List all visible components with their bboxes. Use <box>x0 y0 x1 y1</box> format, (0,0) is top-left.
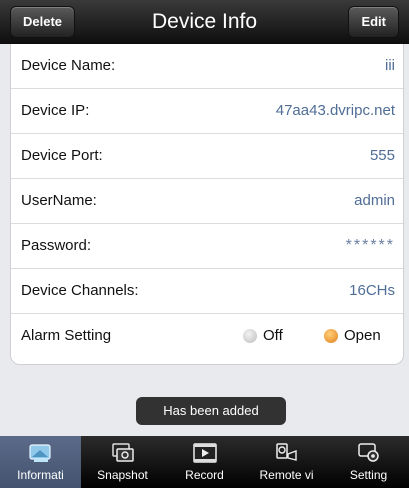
delete-button[interactable]: Delete <box>10 6 76 38</box>
alarm-open-option[interactable]: Open <box>324 314 381 358</box>
device-info-card: Device Name: iii Device IP: 47aa43.dvrip… <box>10 44 404 365</box>
alarm-open-label: Open <box>344 327 381 344</box>
radio-selected-icon <box>324 329 338 344</box>
password-label: Password: <box>21 237 92 254</box>
tab-remote-view[interactable]: Remote vi <box>246 436 327 488</box>
username-row: UserName: admin <box>11 179 403 224</box>
radio-off-icon <box>243 329 257 344</box>
tab-information[interactable]: Informati <box>0 436 81 488</box>
device-channels-value: 16CHs <box>349 282 395 299</box>
device-channels-row: Device Channels: 16CHs <box>11 269 403 314</box>
alarm-off-option[interactable]: Off <box>243 314 283 358</box>
tab-setting-label: Setting <box>349 468 388 482</box>
tab-bar: Informati Snapshot Record Remote vi Sett… <box>0 436 409 488</box>
device-ip-label: Device IP: <box>21 102 90 119</box>
record-icon <box>193 443 217 463</box>
device-name-row: Device Name: iii <box>11 44 403 89</box>
alarm-setting-label: Alarm Setting <box>21 327 112 344</box>
navigation-bar: Device Info Delete Edit <box>0 0 409 44</box>
information-icon <box>29 444 51 462</box>
device-port-value: 555 <box>369 147 395 164</box>
tab-record-label: Record <box>185 468 224 482</box>
toast-message: Has been added <box>136 397 286 425</box>
snapshot-icon <box>112 443 134 462</box>
tab-setting[interactable]: Setting <box>328 436 409 488</box>
tab-record[interactable]: Record <box>164 436 245 488</box>
edit-button[interactable]: Edit <box>348 6 399 38</box>
device-channels-label: Device Channels: <box>21 282 139 299</box>
alarm-setting-row: Alarm Setting Off Open <box>11 314 403 358</box>
tab-information-label: Informati <box>17 468 64 482</box>
username-value: admin <box>354 192 395 209</box>
remote-view-icon <box>276 443 297 461</box>
alarm-off-label: Off <box>263 327 283 344</box>
device-port-label: Device Port: <box>21 147 103 164</box>
tab-snapshot[interactable]: Snapshot <box>82 436 163 488</box>
device-ip-row: Device IP: 47aa43.dvripc.net <box>11 89 403 134</box>
device-ip-value: 47aa43.dvripc.net <box>275 102 395 119</box>
device-port-row: Device Port: 555 <box>11 134 403 179</box>
password-value: ****** <box>345 237 395 254</box>
setting-icon <box>358 443 379 462</box>
tab-remote-view-label: Remote vi <box>259 468 314 482</box>
password-row: Password: ****** <box>11 224 403 269</box>
device-name-value: iii <box>385 57 395 74</box>
tab-snapshot-label: Snapshot <box>97 468 148 482</box>
device-name-label: Device Name: <box>21 57 116 74</box>
username-label: UserName: <box>21 192 97 209</box>
